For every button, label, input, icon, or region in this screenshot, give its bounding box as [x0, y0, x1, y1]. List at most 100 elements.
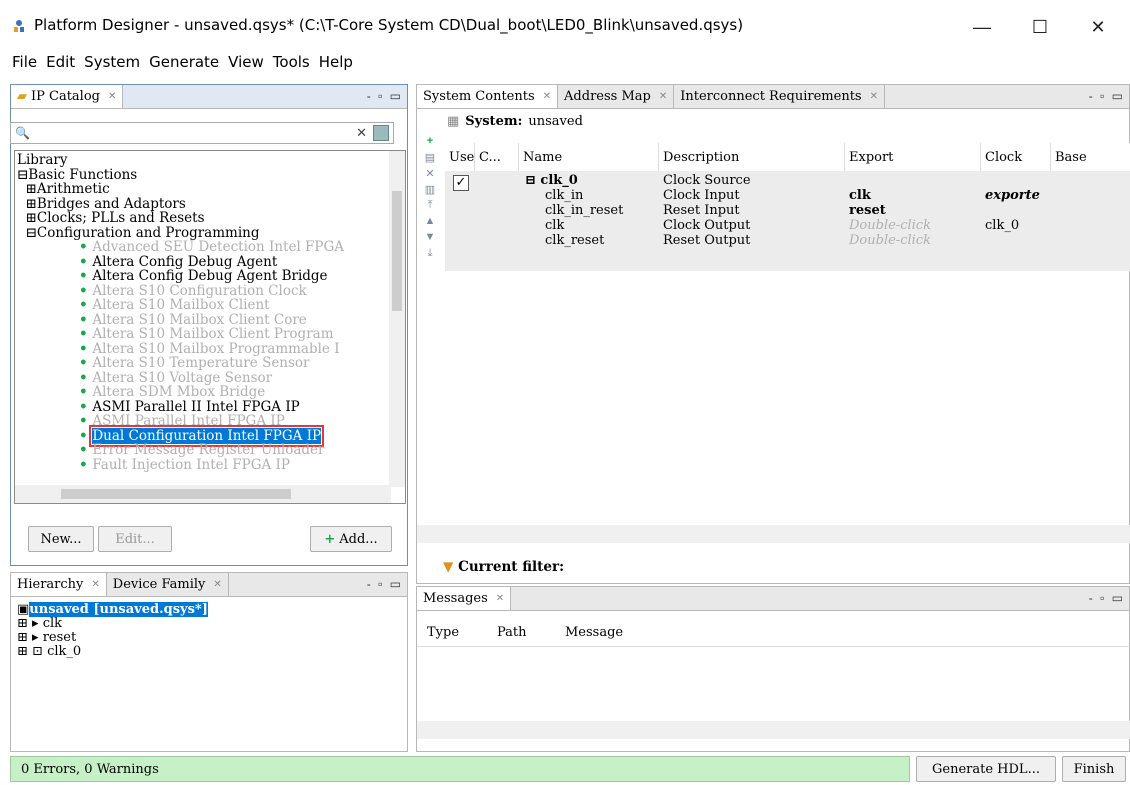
tab-interconnect[interactable]: Interconnect Requirements ✕: [674, 85, 885, 108]
library-tree-item[interactable]: • Altera S10 Mailbox Programmable I: [79, 342, 340, 356]
hierarchy-item[interactable]: clk: [43, 616, 62, 631]
library-tree-item[interactable]: • Altera SDM Mbox Bridge: [79, 385, 265, 399]
finish-button[interactable]: Finish: [1062, 756, 1126, 782]
library-tree-item[interactable]: • Altera S10 Configuration Clock: [79, 284, 307, 298]
library-tree-item[interactable]: • Error Message Register Unloader: [79, 443, 324, 457]
minimize-button[interactable]: —: [960, 10, 1004, 44]
library-tree-item[interactable]: • Altera Config Debug Agent Bridge: [79, 269, 328, 283]
hierarchy-tree[interactable]: ▣unsaved [unsaved.qsys*] ⊞ ▸ clk ⊞ ▸ res…: [17, 602, 208, 659]
menu-file[interactable]: File: [12, 53, 37, 71]
library-tree-item[interactable]: • Altera S10 Temperature Sensor: [79, 356, 310, 370]
use-checkbox[interactable]: ✓: [453, 175, 469, 191]
library-tree-item[interactable]: ⊞Arithmetic: [17, 182, 110, 196]
menu-system[interactable]: System: [84, 53, 140, 71]
col-export[interactable]: Export: [845, 143, 981, 171]
close-tab-icon[interactable]: ✕: [496, 593, 504, 604]
row-clock[interactable]: exporte: [985, 188, 1040, 203]
row-export[interactable]: reset: [849, 203, 886, 218]
library-tree-item[interactable]: • Altera S10 Mailbox Client Core: [79, 313, 307, 327]
new-button[interactable]: New...: [28, 526, 94, 552]
row-name[interactable]: clk_in: [545, 188, 583, 203]
add-icon[interactable]: +: [417, 135, 443, 151]
panel-minmax-icon[interactable]: - ▫ ▭: [1089, 89, 1125, 103]
row-name[interactable]: clk: [545, 218, 564, 233]
row-description[interactable]: Reset Output: [663, 233, 750, 248]
library-tree-item[interactable]: • ASMI Parallel II Intel FPGA IP: [79, 400, 300, 414]
col-connections[interactable]: C...: [475, 143, 519, 171]
generate-hdl-button[interactable]: Generate HDL...: [916, 756, 1056, 782]
col-message[interactable]: Message: [565, 625, 623, 640]
menu-edit[interactable]: Edit: [46, 53, 75, 71]
move-down-icon[interactable]: ▼: [417, 231, 443, 247]
col-use[interactable]: Use: [445, 143, 475, 171]
col-path[interactable]: Path: [497, 625, 527, 640]
col-clock[interactable]: Clock: [981, 143, 1051, 171]
row-description[interactable]: Clock Input: [663, 188, 740, 203]
hierarchy-item[interactable]: reset: [43, 630, 77, 645]
tree-vertical-scrollbar[interactable]: [389, 151, 405, 487]
search-options-icon[interactable]: [373, 125, 389, 141]
row-description[interactable]: Reset Input: [663, 203, 740, 218]
edit-icon[interactable]: ▥: [417, 183, 443, 199]
library-tree-item[interactable]: • Fault Injection Intel FPGA IP: [79, 458, 290, 472]
messages-horizontal-scrollbar[interactable]: [417, 721, 1130, 739]
system-horizontal-scrollbar[interactable]: [417, 525, 1130, 543]
library-tree-item[interactable]: ⊟Configuration and Programming: [17, 226, 260, 240]
tab-system-contents[interactable]: System Contents ✕: [417, 85, 559, 108]
library-tree-item[interactable]: • Altera Config Debug Agent: [79, 255, 277, 269]
filter-icon[interactable]: ▼: [443, 559, 453, 575]
col-type[interactable]: Type: [427, 625, 459, 640]
row-export[interactable]: Double-click: [849, 218, 931, 233]
library-tree-item[interactable]: • Advanced SEU Detection Intel FPGA: [79, 240, 344, 254]
tab-ip-catalog[interactable]: ▰ IP Catalog ✕: [11, 85, 124, 108]
tab-messages[interactable]: Messages ✕: [417, 587, 512, 610]
panel-minmax-icon[interactable]: - ▫ ▭: [367, 577, 403, 591]
col-name[interactable]: Name: [519, 143, 659, 171]
col-base[interactable]: Base: [1051, 143, 1130, 171]
panel-minmax-icon[interactable]: - ▫ ▭: [1089, 591, 1125, 605]
add-button[interactable]: + Add...: [310, 526, 392, 552]
tab-hierarchy[interactable]: Hierarchy ✕: [11, 573, 107, 596]
row-clock[interactable]: clk_0: [985, 218, 1019, 233]
panel-minmax-icon[interactable]: - ▫ ▭: [367, 89, 403, 103]
copy-icon[interactable]: ▤: [417, 151, 443, 167]
close-tab-icon[interactable]: ✕: [108, 91, 116, 102]
hierarchy-root[interactable]: unsaved [unsaved.qsys*]: [29, 602, 208, 617]
close-tab-icon[interactable]: ✕: [659, 91, 667, 102]
menu-tools[interactable]: Tools: [273, 53, 310, 71]
move-bottom-icon[interactable]: ⤓: [417, 247, 443, 263]
library-tree-item[interactable]: Library: [17, 153, 68, 167]
close-tab-icon[interactable]: ✕: [543, 91, 551, 102]
close-tab-icon[interactable]: ✕: [91, 579, 99, 590]
hierarchy-item[interactable]: clk_0: [47, 644, 81, 659]
close-button[interactable]: ✕: [1076, 10, 1120, 44]
close-tab-icon[interactable]: ✕: [870, 91, 878, 102]
ip-search-input[interactable]: 🔍 ✕: [10, 122, 394, 144]
library-tree-item[interactable]: • Altera S10 Mailbox Client: [79, 298, 270, 312]
row-name[interactable]: clk_reset: [545, 233, 604, 248]
maximize-button[interactable]: ☐: [1018, 10, 1062, 44]
library-tree-item[interactable]: • Dual Configuration Intel FPGA IP: [79, 424, 325, 447]
library-tree-item[interactable]: ⊞Bridges and Adaptors: [17, 197, 186, 211]
library-tree-item[interactable]: • ASMI Parallel Intel FPGA IP: [79, 414, 285, 428]
row-description[interactable]: Clock Output: [663, 218, 750, 233]
library-tree-item[interactable]: ⊟Basic Functions: [17, 168, 137, 182]
close-tab-icon[interactable]: ✕: [213, 579, 221, 590]
row-name[interactable]: clk_in_reset: [545, 203, 623, 218]
row-export[interactable]: Double-click: [849, 233, 931, 248]
library-tree-item[interactable]: • Altera S10 Mailbox Client Program: [79, 327, 334, 341]
row-name[interactable]: ⊟ clk_0: [525, 173, 578, 188]
system-contents-table[interactable]: Use C... Name Description Export Clock B…: [445, 143, 1130, 553]
row-description[interactable]: Clock Source: [663, 173, 751, 188]
move-top-icon[interactable]: ⤒: [417, 199, 443, 215]
menu-help[interactable]: Help: [319, 53, 353, 71]
menu-view[interactable]: View: [228, 53, 264, 71]
edit-button[interactable]: Edit...: [98, 526, 172, 552]
library-tree-item[interactable]: ⊞Clocks; PLLs and Resets: [17, 211, 205, 225]
tab-device-family[interactable]: Device Family ✕: [107, 573, 229, 596]
menu-generate[interactable]: Generate: [149, 53, 219, 71]
move-up-icon[interactable]: ▲: [417, 215, 443, 231]
clear-search-icon[interactable]: ✕: [356, 125, 367, 141]
tab-address-map[interactable]: Address Map ✕: [558, 85, 675, 108]
col-description[interactable]: Description: [659, 143, 845, 171]
